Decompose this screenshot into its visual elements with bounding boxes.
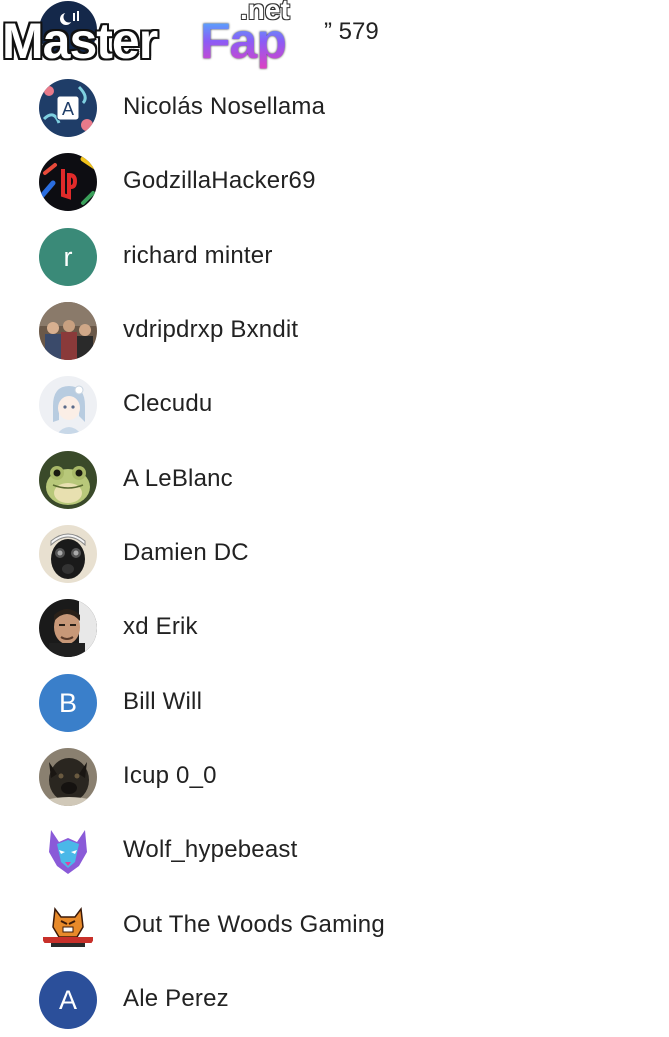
list-item[interactable]: Out The Woods Gaming [0, 889, 669, 963]
list-item[interactable]: xd Erik [0, 591, 669, 665]
list-item[interactable]: A Nicolás Nosellama [0, 71, 669, 145]
list-item[interactable]: vdripdrxp Bxndit [0, 294, 669, 368]
list-item[interactable]: A Ale Perez [0, 963, 669, 1037]
user-name: A LeBlanc [123, 465, 233, 492]
user-name: Icup 0_0 [123, 762, 217, 789]
letter-avatar: r [39, 228, 97, 286]
group-photo-icon [39, 302, 97, 360]
list-item[interactable]: Icup 0_0 [0, 740, 669, 814]
anime-girl-icon [39, 376, 97, 434]
user-name: Clecudu [123, 390, 213, 417]
letter-avatar: B [39, 674, 97, 732]
wolf-icon [39, 822, 97, 880]
man-face-icon [39, 599, 97, 657]
avatar: A [39, 971, 97, 1029]
avatar: A [39, 79, 97, 137]
avatar: B [39, 674, 97, 732]
list-item[interactable]: r richard minter [0, 220, 669, 294]
list-item[interactable]: GodzillaHacker69 [0, 145, 669, 219]
avatar [39, 525, 97, 583]
moon-logo-icon [39, 1, 97, 59]
playstation-icon [39, 153, 97, 211]
user-name: xd Erik [123, 613, 198, 640]
user-name: Ale Perez [123, 985, 229, 1012]
user-name: Damien DC [123, 539, 249, 566]
frog-icon [39, 451, 97, 509]
dog-icon [39, 748, 97, 806]
avatar [39, 302, 97, 360]
list-item[interactable]: Wolf_hypebeast [0, 814, 669, 888]
avatar [39, 599, 97, 657]
letter-avatar: A [39, 971, 97, 1029]
list-item[interactable]: B Bill Will [0, 666, 669, 740]
avatar [39, 897, 97, 955]
user-list: ” 579 A Nicolás Nosellama GodzillaHacker… [0, 0, 669, 1029]
list-item[interactable]: ” 579 [0, 0, 669, 70]
user-name: vdripdrxp Bxndit [123, 316, 299, 343]
list-item[interactable]: Damien DC [0, 517, 669, 591]
list-item[interactable]: A LeBlanc [0, 443, 669, 517]
list-item[interactable]: Clecudu [0, 368, 669, 442]
svg-text:A: A [62, 99, 74, 119]
user-name: richard minter [123, 242, 273, 269]
user-name: Wolf_hypebeast [123, 836, 298, 863]
user-name: Bill Will [123, 688, 203, 715]
avatar: r [39, 228, 97, 286]
user-name: Nicolás Nosellama [123, 93, 326, 120]
user-name: GodzillaHacker69 [123, 167, 316, 194]
a-logo-icon: A [39, 79, 97, 137]
avatar [39, 153, 97, 211]
avatar [39, 1, 97, 59]
avatar [39, 748, 97, 806]
avatar [39, 451, 97, 509]
avatar [39, 376, 97, 434]
user-name: Out The Woods Gaming [123, 911, 385, 938]
avatar [39, 822, 97, 880]
top-row-count: ” 579 [324, 18, 379, 45]
gas-mask-icon [39, 525, 97, 583]
tiger-logo-icon [39, 897, 97, 955]
